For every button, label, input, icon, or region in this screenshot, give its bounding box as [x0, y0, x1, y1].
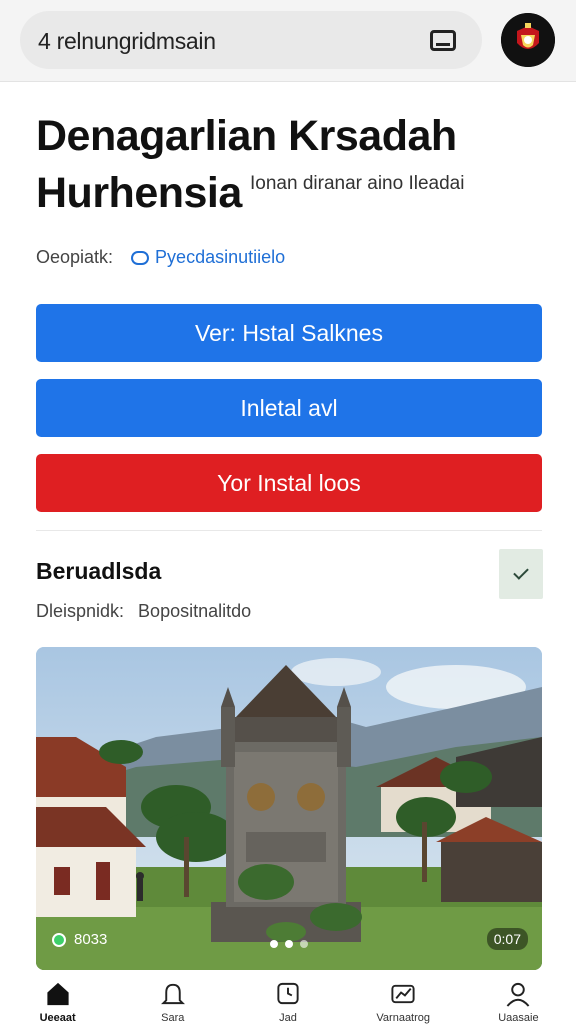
link-icon — [131, 250, 150, 265]
section-meta-label: Dleispnidk: — [36, 601, 125, 621]
section-meta: Dleispnidk: Bopositnalitdo — [36, 601, 251, 622]
address-bar[interactable]: 4 relnungridmsain — [20, 11, 482, 69]
developer-label: Oeopiatk: — [36, 247, 114, 267]
nav-item-home[interactable]: Ueeaat — [0, 972, 115, 1024]
home-icon — [46, 982, 69, 1006]
install-button[interactable]: Inletal avl — [36, 379, 542, 437]
crest-icon — [501, 13, 555, 67]
status-dot-icon — [52, 932, 66, 947]
video-duration-badge: 0:07 — [486, 928, 528, 950]
photo-left-text: 8033 — [74, 931, 108, 948]
section-meta-value: Bopositnalitdo — [138, 601, 252, 621]
carousel-dot[interactable] — [300, 940, 308, 948]
temple-photo — [36, 647, 542, 970]
uninstall-button[interactable]: Yor Instal loos — [36, 454, 542, 512]
developer-link-text: Pyecdasinutiielo — [155, 247, 286, 267]
person-icon — [507, 982, 530, 1007]
app-title: Denagarlian Krsadah Hurhensia — [36, 112, 457, 217]
nav-label-profile: Uaasaie — [498, 1012, 539, 1024]
chevron-down-icon — [513, 564, 529, 580]
primary-button[interactable]: Ver: Hstal Salknes — [36, 304, 542, 362]
section-title: Beruadlsda — [36, 558, 162, 584]
screenshot-carousel[interactable]: 8033 0:07 — [36, 647, 542, 970]
app-subtitle: Ionan diranar aino Ileadai — [250, 173, 465, 194]
top-bar: 4 relnungridmsain — [0, 0, 576, 82]
divider — [36, 530, 542, 531]
nav-item-profile[interactable]: Uaasaie — [461, 972, 576, 1024]
chart-icon — [391, 984, 415, 1004]
nav-item-notifications[interactable]: Sara — [115, 972, 230, 1024]
tabs-icon[interactable] — [430, 30, 456, 51]
nav-label-notifications: Sara — [161, 1012, 185, 1024]
avatar[interactable] — [501, 13, 555, 67]
carousel-dot[interactable] — [285, 940, 293, 948]
clock-icon — [277, 982, 299, 1005]
nav-item-stats[interactable]: Varnaatrog — [346, 972, 461, 1024]
carousel-dot[interactable] — [270, 940, 278, 948]
developer-row: Oeopiatk: Pyecdasinutiielo — [36, 247, 285, 268]
developer-link[interactable]: Pyecdasinutiielo — [131, 247, 285, 268]
nav-label-history: Jad — [279, 1012, 297, 1024]
nav-item-history[interactable]: Jad — [230, 972, 345, 1024]
bell-icon — [160, 983, 185, 1005]
nav-label-home: Ueeaat — [39, 1012, 76, 1024]
photo-count-badge: 8033 — [52, 931, 107, 948]
nav-label-stats: Varnaatrog — [376, 1012, 431, 1024]
carousel-dots[interactable] — [270, 940, 308, 948]
expand-button[interactable] — [499, 549, 543, 599]
address-text: 4 relnungridmsain — [38, 28, 216, 54]
bottom-nav: Ueeaat Sara Jad Varnaatrog Uaasaie — [0, 972, 576, 1024]
